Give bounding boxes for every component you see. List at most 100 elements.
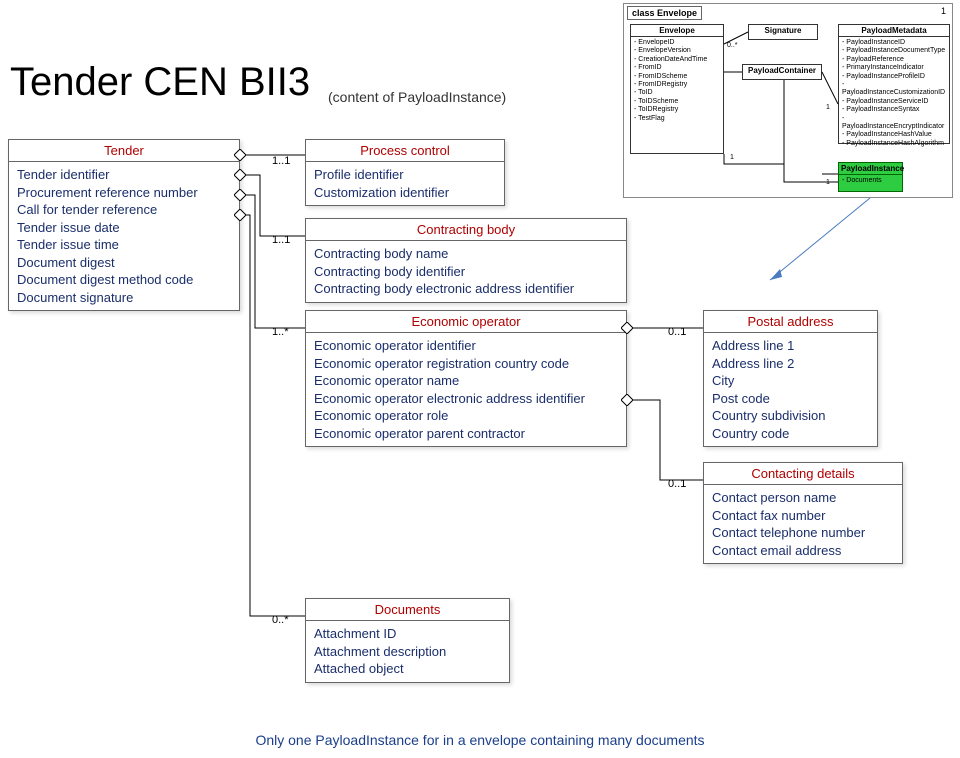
attr-line: Contact fax number — [712, 507, 894, 525]
attr-line: - ToIDRegistry — [634, 106, 720, 114]
mini-body: - EnvelopeID- EnvelopeVersion- CreationD… — [631, 37, 723, 125]
mult-postal: 0..1 — [668, 326, 686, 338]
mini-mult: 0..* — [727, 42, 738, 49]
attr-line: - FromIDScheme — [634, 73, 720, 81]
attr-line: Post code — [712, 390, 869, 408]
class-tender: Tender Tender identifierProcurement refe… — [8, 139, 240, 311]
attr-line: Contracting body name — [314, 245, 618, 263]
class-postal-address: Postal address Address line 1Address lin… — [703, 310, 878, 447]
attr-line: - Documents — [842, 177, 899, 185]
mini-title: Envelope — [631, 25, 723, 37]
attr-line: Document digest method code — [17, 271, 231, 289]
attr-line: - PayloadInstanceDocumentType — [842, 47, 946, 55]
attr-line: Attachment description — [314, 643, 501, 661]
attr-line: - TestFlag — [634, 115, 720, 123]
class-process-control: Process control Profile identifierCustom… — [305, 139, 505, 206]
attr-line: Customization identifier — [314, 184, 496, 202]
class-contacting-details: Contacting details Contact person nameCo… — [703, 462, 903, 564]
class-contracting-body: Contracting body Contracting body nameCo… — [305, 218, 627, 303]
class-body: Tender identifierProcurement reference n… — [9, 162, 239, 310]
mult-contact: 0..1 — [668, 478, 686, 490]
class-body: Contact person nameContact fax numberCon… — [704, 485, 902, 563]
attr-line: Economic operator role — [314, 407, 618, 425]
attr-line: - PayloadInstanceServiceID — [842, 98, 946, 106]
class-body: Economic operator identifierEconomic ope… — [306, 333, 626, 446]
class-title: Tender — [9, 140, 239, 162]
mult-documents: 0..* — [272, 614, 289, 626]
attr-line: Contact email address — [712, 542, 894, 560]
attr-line: - PayloadInstanceCustomizationID — [842, 81, 946, 98]
mini-mult: 1 — [826, 179, 830, 186]
attr-line: Contact person name — [712, 489, 894, 507]
attr-line: Economic operator identifier — [314, 337, 618, 355]
attr-line: Economic operator name — [314, 372, 618, 390]
attr-line: Tender issue date — [17, 219, 231, 237]
page-subtitle: (content of PayloadInstance) — [328, 89, 506, 105]
attr-line: - PayloadInstanceHashValue — [842, 131, 946, 139]
attr-line: Document signature — [17, 289, 231, 307]
attr-line: - PayloadInstanceProfileID — [842, 73, 946, 81]
attr-line: - PayloadInstanceID — [842, 39, 946, 47]
class-title: Economic operator — [306, 311, 626, 333]
attr-line: Attached object — [314, 660, 501, 678]
class-title: Contacting details — [704, 463, 902, 485]
attr-line: - CreationDateAndTime — [634, 56, 720, 64]
class-title: Process control — [306, 140, 504, 162]
attr-line: - PrimaryInstanceIndicator — [842, 64, 946, 72]
mini-payload-metadata: PayloadMetadata - PayloadInstanceID- Pay… — [838, 24, 950, 144]
footer-note: Only one PayloadInstance for in a envelo… — [255, 732, 704, 748]
attr-line: Tender identifier — [17, 166, 231, 184]
class-documents: Documents Attachment IDAttachment descri… — [305, 598, 510, 683]
class-title: Contracting body — [306, 219, 626, 241]
attr-line: Call for tender reference — [17, 201, 231, 219]
class-title: Postal address — [704, 311, 877, 333]
attr-line: Country subdivision — [712, 407, 869, 425]
mini-payload-container: PayloadContainer — [742, 64, 822, 80]
attr-line: Procurement reference number — [17, 184, 231, 202]
attr-line: Contracting body electronic address iden… — [314, 280, 618, 298]
mini-title: Signature — [749, 25, 817, 36]
attr-line: Profile identifier — [314, 166, 496, 184]
class-body: Attachment IDAttachment descriptionAttac… — [306, 621, 509, 682]
class-economic-operator: Economic operator Economic operator iden… — [305, 310, 627, 447]
attr-line: - ToIDScheme — [634, 98, 720, 106]
mini-class-label: class Envelope — [627, 6, 702, 20]
class-body: Address line 1Address line 2CityPost cod… — [704, 333, 877, 446]
attr-line: Economic operator registration country c… — [314, 355, 618, 373]
attr-line: Address line 1 — [712, 337, 869, 355]
attr-line: Economic operator parent contractor — [314, 425, 618, 443]
attr-line: Contact telephone number — [712, 524, 894, 542]
attr-line: - PayloadInstanceSyntax — [842, 106, 946, 114]
attr-line: - EnvelopeID — [634, 39, 720, 47]
attr-line: Document digest — [17, 254, 231, 272]
attr-line: - PayloadReference — [842, 56, 946, 64]
attr-line: - FromIDRegistry — [634, 81, 720, 89]
mini-envelope: Envelope - EnvelopeID- EnvelopeVersion- … — [630, 24, 724, 154]
attr-line: City — [712, 372, 869, 390]
attr-line: Contracting body identifier — [314, 263, 618, 281]
attr-line: - ToID — [634, 89, 720, 97]
mult-contracting: 1..1 — [272, 234, 290, 246]
mini-title: PayloadContainer — [743, 65, 821, 76]
mini-body: - PayloadInstanceID- PayloadInstanceDocu… — [839, 37, 949, 150]
mini-page-number: 1 — [941, 6, 946, 16]
mini-body: - Documents — [839, 175, 902, 187]
attr-line: - FromID — [634, 64, 720, 72]
class-body: Contracting body nameContracting body id… — [306, 241, 626, 302]
attr-line: Attachment ID — [314, 625, 501, 643]
page-title: Tender CEN BII3 — [10, 60, 310, 105]
mini-title: PayloadMetadata — [839, 25, 949, 37]
mini-payload-instance: PayloadInstance - Documents — [838, 162, 903, 192]
attr-line: Economic operator electronic address ide… — [314, 390, 618, 408]
attr-line: Country code — [712, 425, 869, 443]
attr-line: - PayloadInstanceEncryptIndicator — [842, 115, 946, 132]
attr-line: - PayloadInstanceHashAlgorithm — [842, 140, 946, 148]
attr-line: Tender issue time — [17, 236, 231, 254]
class-body: Profile identifierCustomization identifi… — [306, 162, 504, 205]
mini-signature: Signature — [748, 24, 818, 40]
mini-title: PayloadInstance — [839, 163, 902, 175]
mult-process: 1..1 — [272, 155, 290, 167]
class-envelope-mini: class Envelope 1 Envelope - EnvelopeID- … — [623, 3, 953, 198]
class-title: Documents — [306, 599, 509, 621]
attr-line: Address line 2 — [712, 355, 869, 373]
